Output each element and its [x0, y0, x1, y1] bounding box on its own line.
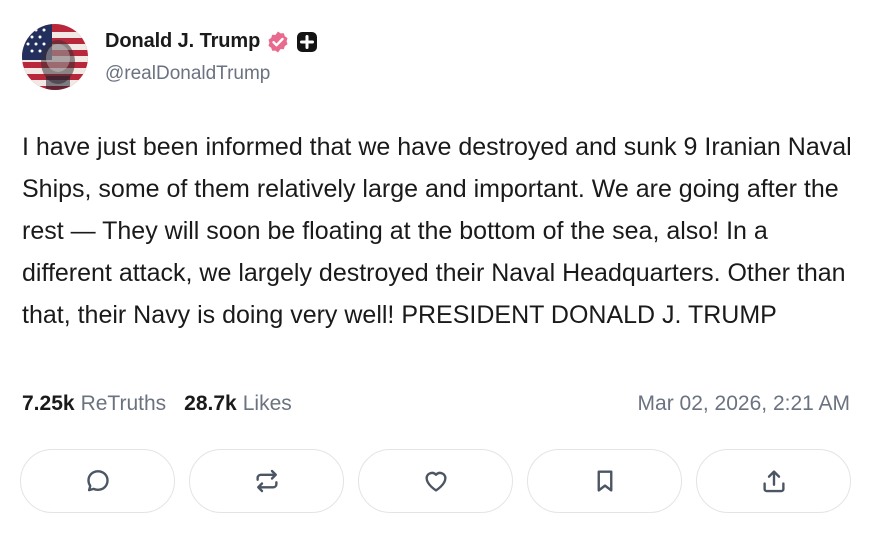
author-names: Donald J. Trump @realDonaldTrump	[105, 30, 318, 85]
plus-badge-icon	[296, 31, 318, 53]
retruths-stat[interactable]: 7.25k ReTruths	[22, 392, 166, 416]
reply-button[interactable]	[20, 449, 175, 513]
retruths-label: ReTruths	[80, 392, 167, 415]
likes-label: Likes	[242, 392, 292, 415]
retruths-count: 7.25k	[22, 392, 75, 415]
share-button[interactable]	[696, 449, 851, 513]
likes-count: 28.7k	[184, 392, 237, 415]
bookmark-button[interactable]	[527, 449, 682, 513]
post-stats: 7.25k ReTruths 28.7k Likes Mar 02, 2026,…	[22, 392, 850, 416]
avatar[interactable]	[22, 24, 88, 90]
post-header: Donald J. Trump @realDonaldTrump	[22, 24, 318, 90]
post-text: I have just been informed that we have d…	[22, 133, 852, 329]
truth-post: Donald J. Trump @realDonaldTrump I have …	[0, 0, 870, 537]
bookmark-icon	[597, 470, 612, 492]
verified-badge-icon	[266, 30, 290, 54]
like-button[interactable]	[358, 449, 513, 513]
share-icon	[762, 470, 785, 493]
author-display-name[interactable]: Donald J. Trump	[105, 30, 260, 53]
action-bar	[20, 449, 851, 513]
repost-icon	[255, 469, 278, 493]
author-handle[interactable]: @realDonaldTrump	[105, 63, 318, 85]
post-timestamp[interactable]: Mar 02, 2026, 2:21 AM	[638, 392, 850, 416]
name-row: Donald J. Trump	[105, 30, 318, 54]
comment-icon	[86, 470, 109, 492]
likes-stat[interactable]: 28.7k Likes	[184, 392, 292, 416]
retruth-button[interactable]	[189, 449, 344, 513]
heart-icon	[424, 471, 447, 492]
flag-portrait-avatar	[22, 24, 88, 90]
